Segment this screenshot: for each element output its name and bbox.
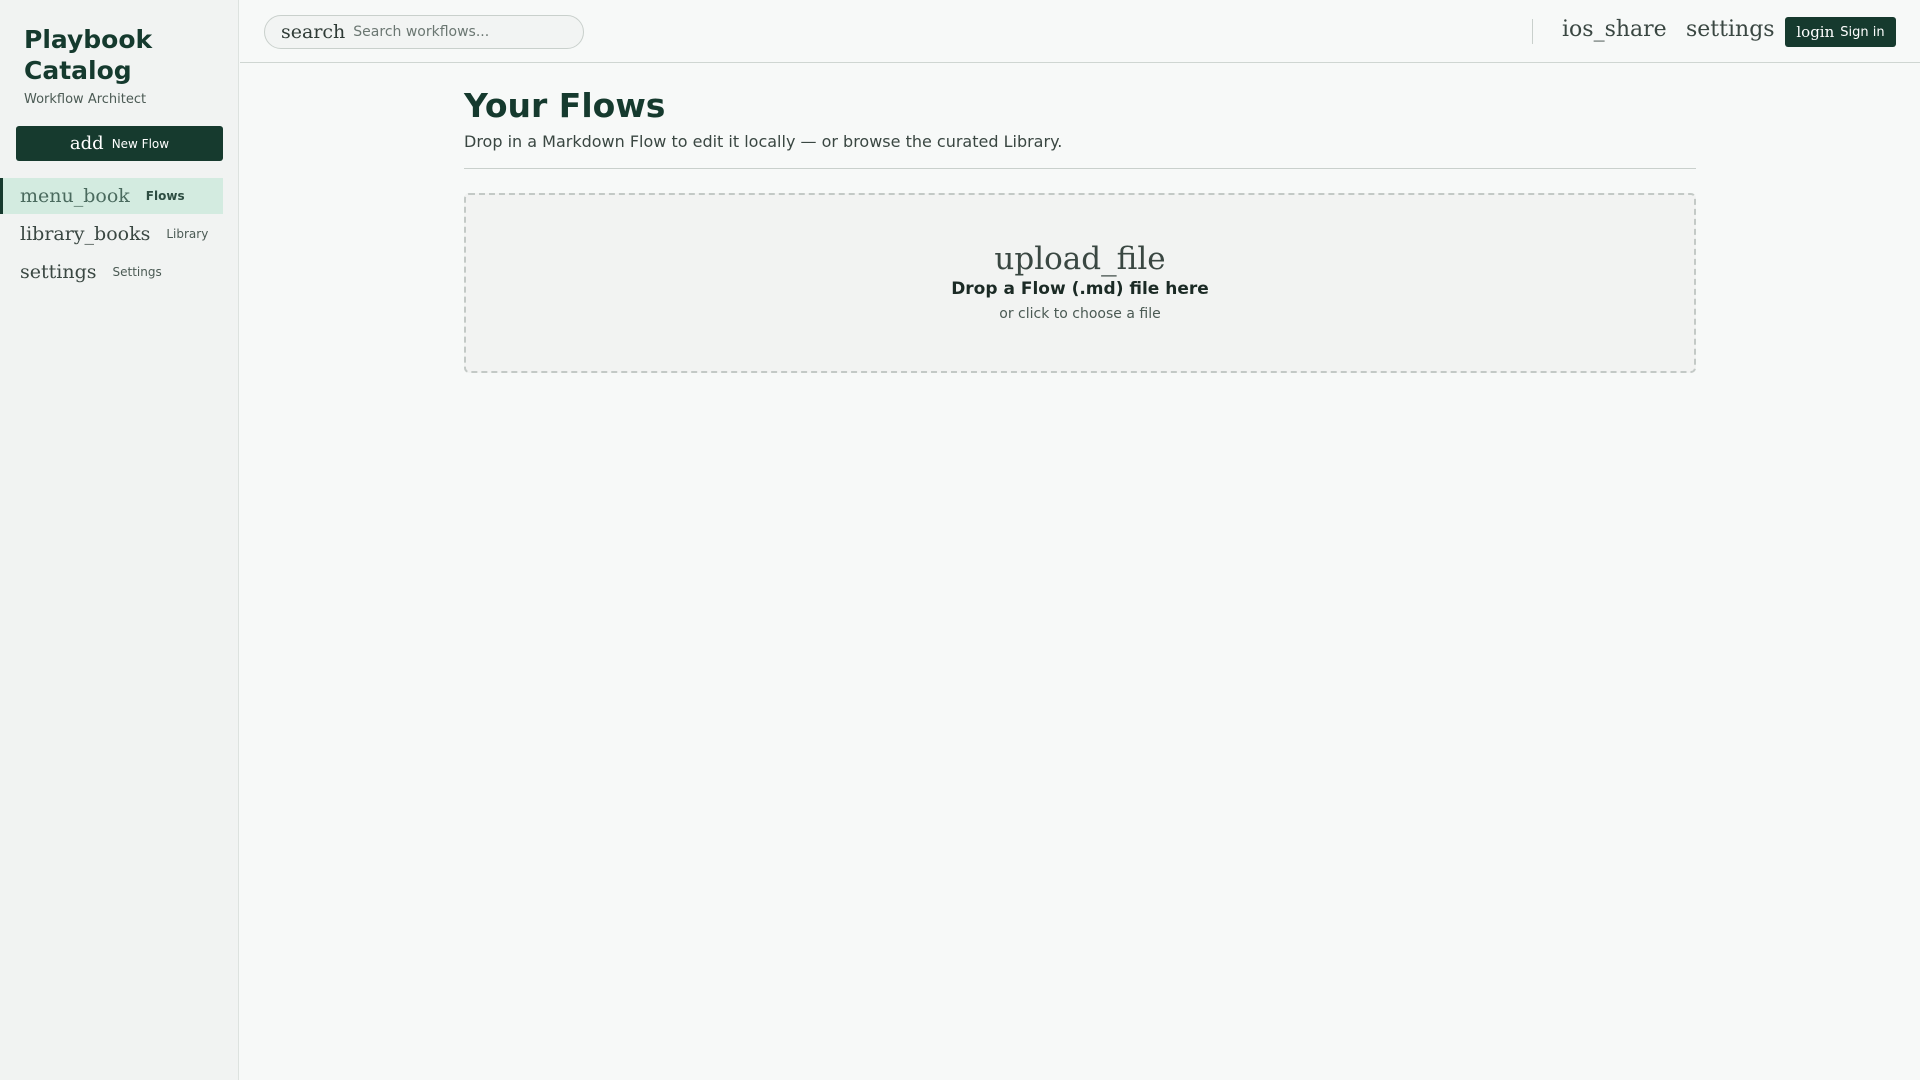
search-box[interactable]: search	[264, 15, 584, 49]
toolbar-divider	[1532, 19, 1533, 44]
file-dropzone[interactable]: upload_file Drop a Flow (.md) file here …	[464, 193, 1696, 373]
sidebar-item-flows[interactable]: menu_book Flows	[0, 178, 223, 214]
sign-in-button[interactable]: login Sign in	[1785, 17, 1896, 47]
search-input[interactable]	[353, 24, 574, 40]
sidebar-item-label: Flows	[145, 189, 185, 203]
library-books-icon: library_books	[20, 223, 151, 245]
upload-file-icon: upload_file	[994, 241, 1166, 277]
new-flow-label: New Flow	[111, 136, 170, 151]
sidebar-item-library[interactable]: library_books Library	[0, 216, 223, 252]
new-flow-button[interactable]: add New Flow	[16, 126, 223, 161]
divider	[464, 168, 1696, 169]
brand-subtitle: Workflow Architect	[24, 92, 147, 107]
page-title: Your Flows	[464, 86, 666, 125]
dropzone-title: Drop a Flow (.md) file here	[951, 279, 1209, 299]
brand-title: Playbook Catalog	[24, 25, 153, 85]
sidebar-item-label: Library	[166, 227, 209, 241]
page-subtitle: Drop in a Markdown Flow to edit it local…	[464, 132, 1063, 151]
sign-in-label: Sign in	[1840, 24, 1885, 40]
menu-book-icon: menu_book	[20, 185, 130, 207]
search-icon: search	[281, 21, 346, 43]
add-icon: add	[69, 133, 104, 154]
sidebar-item-settings[interactable]: settings Settings	[0, 254, 223, 290]
login-icon: login	[1796, 23, 1835, 41]
top-bar: search ios_share settings login Sign in	[240, 0, 1920, 63]
sidebar: Playbook Catalog Workflow Architect add …	[0, 0, 239, 1080]
share-icon[interactable]: ios_share	[1562, 17, 1667, 42]
dropzone-subtitle: or click to choose a file	[999, 306, 1161, 322]
settings-icon[interactable]: settings	[1686, 17, 1775, 42]
settings-icon: settings	[20, 261, 97, 283]
sidebar-item-label: Settings	[112, 265, 162, 279]
